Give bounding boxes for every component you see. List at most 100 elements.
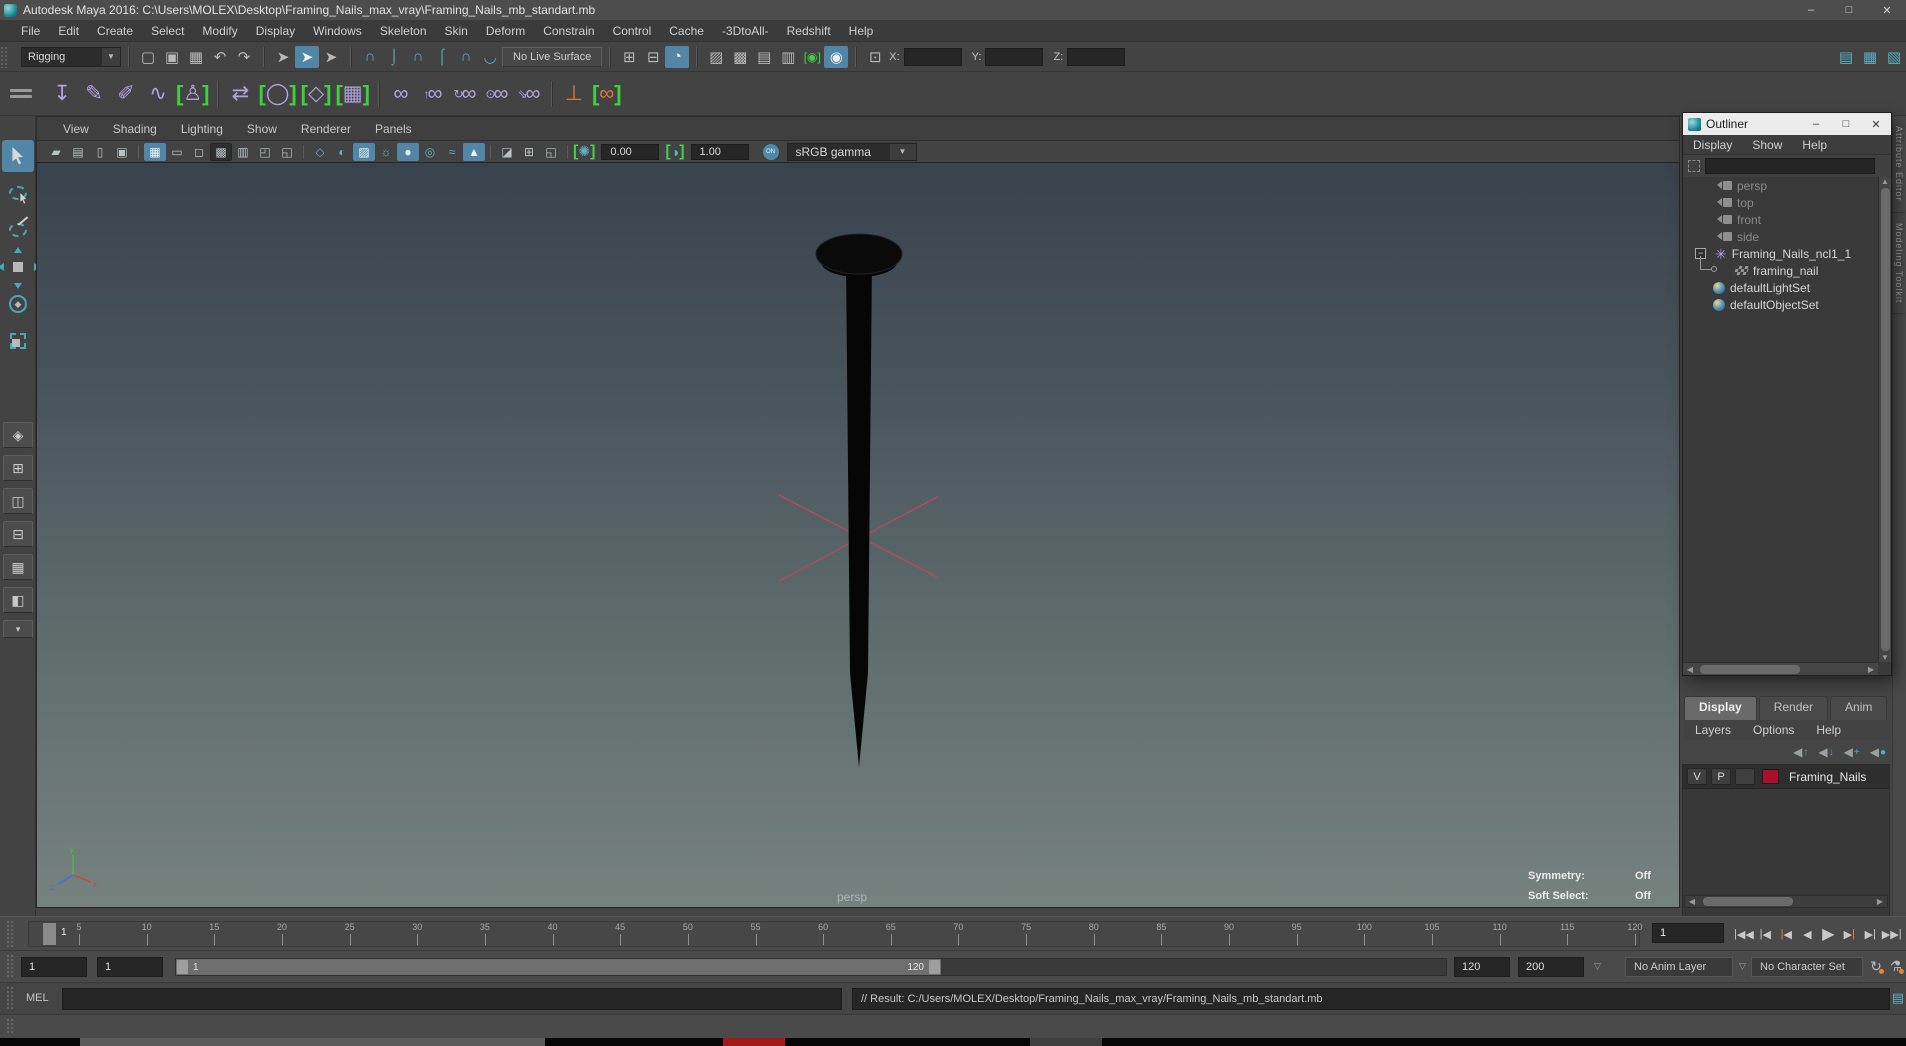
- script-editor-icon[interactable]: ▤: [1892, 990, 1904, 1006]
- shadows-icon[interactable]: ●: [397, 142, 419, 161]
- time-slider-grip[interactable]: [6, 920, 13, 947]
- menu-constrain[interactable]: Constrain: [534, 24, 603, 38]
- minimize-button[interactable]: –: [1801, 118, 1831, 130]
- layer-menu-layers[interactable]: Layers: [1684, 723, 1742, 737]
- range-slider-grip[interactable]: [6, 954, 13, 979]
- attribute-editor-toggle-icon[interactable]: ▧: [1882, 46, 1906, 68]
- pole-vector-constraint-icon[interactable]: ⇘ ∞: [513, 77, 545, 111]
- layer-row[interactable]: V P Framing_Nails: [1683, 765, 1889, 789]
- shaded-icon[interactable]: ◐: [331, 143, 353, 161]
- layer-color-swatch[interactable]: [1762, 769, 1779, 784]
- layer-visible-toggle[interactable]: V: [1687, 768, 1707, 785]
- menu-skin[interactable]: Skin: [436, 24, 477, 38]
- ik-handle-tool-icon[interactable]: ✎: [78, 77, 110, 111]
- time-slider[interactable]: 1 5 10 15 20 25 30 35 40 45 50 55 60 65 70 75 80 85 90 95 1…: [28, 921, 1642, 947]
- shelf-menu-button[interactable]: [10, 81, 32, 107]
- scroll-right-icon[interactable]: ▶: [1873, 897, 1887, 906]
- panel-menu-view[interactable]: View: [51, 122, 101, 136]
- paint-select-tool[interactable]: [2, 214, 34, 246]
- point-constraint-icon[interactable]: ↑ ∞: [417, 77, 449, 111]
- outliner-item-top[interactable]: top: [1683, 194, 1878, 211]
- minimize-button[interactable]: –: [1792, 0, 1830, 20]
- outliner-vscrollbar[interactable]: ▲ ▼: [1878, 177, 1891, 662]
- outliner-hscrollbar[interactable]: ◀ ▶: [1683, 662, 1878, 675]
- select-camera-icon[interactable]: ▰: [45, 143, 67, 161]
- create-empty-layer-icon[interactable]: ◀ +: [1844, 742, 1860, 762]
- play-backwards-button[interactable]: ◀: [1798, 923, 1817, 945]
- menu-edit[interactable]: Edit: [49, 24, 88, 38]
- joint-grid-icon[interactable]: [▦]: [333, 77, 372, 111]
- output-connections-icon[interactable]: ⊟: [641, 46, 665, 68]
- isolate-select-icon[interactable]: ◪: [496, 143, 518, 161]
- mel-input[interactable]: [62, 988, 842, 1010]
- panel-menu-shading[interactable]: Shading: [101, 122, 169, 136]
- filter-icon[interactable]: [1688, 160, 1700, 172]
- grid-icon[interactable]: ▦: [144, 142, 166, 161]
- select-component-icon[interactable]: ➤: [319, 46, 343, 68]
- menu-redshift[interactable]: Redshift: [778, 24, 840, 38]
- batch-render-icon[interactable]: ▨: [704, 46, 728, 68]
- safe-action-icon[interactable]: ◰: [254, 143, 276, 161]
- outliner-menu-display[interactable]: Display: [1683, 138, 1742, 152]
- layer-editor-hscrollbar[interactable]: ◀ ▶: [1684, 895, 1888, 908]
- current-time-field[interactable]: 1: [1652, 923, 1724, 943]
- image-plane-icon[interactable]: ▣: [111, 143, 133, 161]
- persp-outliner-layout[interactable]: ⊞: [3, 455, 33, 481]
- outliner-item-framing_nail[interactable]: framing_nail: [1683, 256, 1878, 279]
- move-layer-up-icon[interactable]: ◀ ↑: [1793, 742, 1808, 762]
- outliner-item-defaultLightSet[interactable]: defaultLightSet: [1683, 279, 1878, 296]
- taskbar-item[interactable]: [1030, 1038, 1102, 1046]
- insert-joint-tool-icon[interactable]: ✐: [110, 77, 142, 111]
- range-slider-track[interactable]: 1 120: [175, 958, 1447, 976]
- anim-end-field[interactable]: 200: [1518, 957, 1584, 977]
- use-all-lights-icon[interactable]: ☼: [375, 143, 397, 161]
- anim-start-field[interactable]: 1: [97, 957, 163, 977]
- channelbox-toggle-icon[interactable]: ▦: [1858, 46, 1882, 68]
- vertical-split-layout[interactable]: ◫: [3, 488, 33, 514]
- safe-title-icon[interactable]: ◱: [276, 143, 298, 161]
- step-back-key-button[interactable]: | ◀: [1756, 923, 1775, 945]
- nurbs-circle-icon[interactable]: [◯]: [256, 77, 298, 111]
- gate-mask-icon[interactable]: ▩: [210, 142, 232, 161]
- menu-3dtoall[interactable]: -3DtoAll-: [713, 24, 778, 38]
- hypershade-persp-layout[interactable]: ▦: [3, 554, 33, 580]
- outliner-search-input[interactable]: [1705, 158, 1875, 174]
- step-forward-frame-button[interactable]: ▶ |: [1840, 923, 1859, 945]
- go-to-end-button[interactable]: ▶ ▶ |: [1882, 923, 1902, 945]
- view-transform-dropdown[interactable]: sRGB gamma ▼: [786, 142, 917, 161]
- playback-end-field[interactable]: 120: [1454, 957, 1510, 977]
- redo-icon[interactable]: ↷: [232, 46, 256, 68]
- panel-menu-lighting[interactable]: Lighting: [169, 122, 235, 136]
- scroll-up-icon[interactable]: ▲: [1878, 177, 1892, 186]
- range-end-handle[interactable]: [929, 960, 940, 974]
- z-axis-field[interactable]: [1067, 47, 1126, 66]
- undo-icon[interactable]: ↶: [208, 46, 232, 68]
- layer-menu-options[interactable]: Options: [1742, 723, 1805, 737]
- hypershade-icon[interactable]: ▤: [752, 46, 776, 68]
- outliner-item-side[interactable]: side: [1683, 228, 1878, 245]
- chevron-down-icon[interactable]: ▽: [1739, 961, 1746, 972]
- contrast-icon[interactable]: [◑]: [665, 143, 684, 161]
- menu-create[interactable]: Create: [88, 24, 142, 38]
- menu-set-dropdown[interactable]: Rigging ▼: [21, 46, 121, 67]
- viewport-3d[interactable]: y x z persp Symmetry: Off Soft Select: O…: [36, 162, 1680, 908]
- open-scene-icon[interactable]: ▣: [160, 46, 184, 68]
- layer-playback-toggle[interactable]: P: [1711, 768, 1731, 785]
- taskbar-item[interactable]: [723, 1038, 785, 1046]
- outliner-menu-show[interactable]: Show: [1742, 138, 1792, 152]
- constraint-chain-icon[interactable]: [∞]: [590, 77, 624, 111]
- tab-display[interactable]: Display: [1684, 696, 1757, 720]
- menu-help[interactable]: Help: [840, 24, 883, 38]
- zoom-region-icon[interactable]: ◱: [540, 143, 562, 161]
- step-forward-key-button[interactable]: ▶ |: [1861, 923, 1880, 945]
- playhead[interactable]: [43, 923, 56, 945]
- spline-ik-tool-icon[interactable]: ∿: [142, 77, 174, 111]
- menu-file[interactable]: File: [12, 24, 49, 38]
- input-connections-icon[interactable]: ⊞: [617, 46, 641, 68]
- move-tool[interactable]: [0, 247, 40, 289]
- scrollbar-thumb[interactable]: [1700, 664, 1800, 674]
- move-layer-down-icon[interactable]: ◀ ↓: [1818, 742, 1833, 762]
- exposure-field[interactable]: 0.00: [601, 143, 660, 160]
- scroll-left-icon[interactable]: ◀: [1683, 665, 1697, 674]
- help-line-grip[interactable]: [6, 1018, 13, 1035]
